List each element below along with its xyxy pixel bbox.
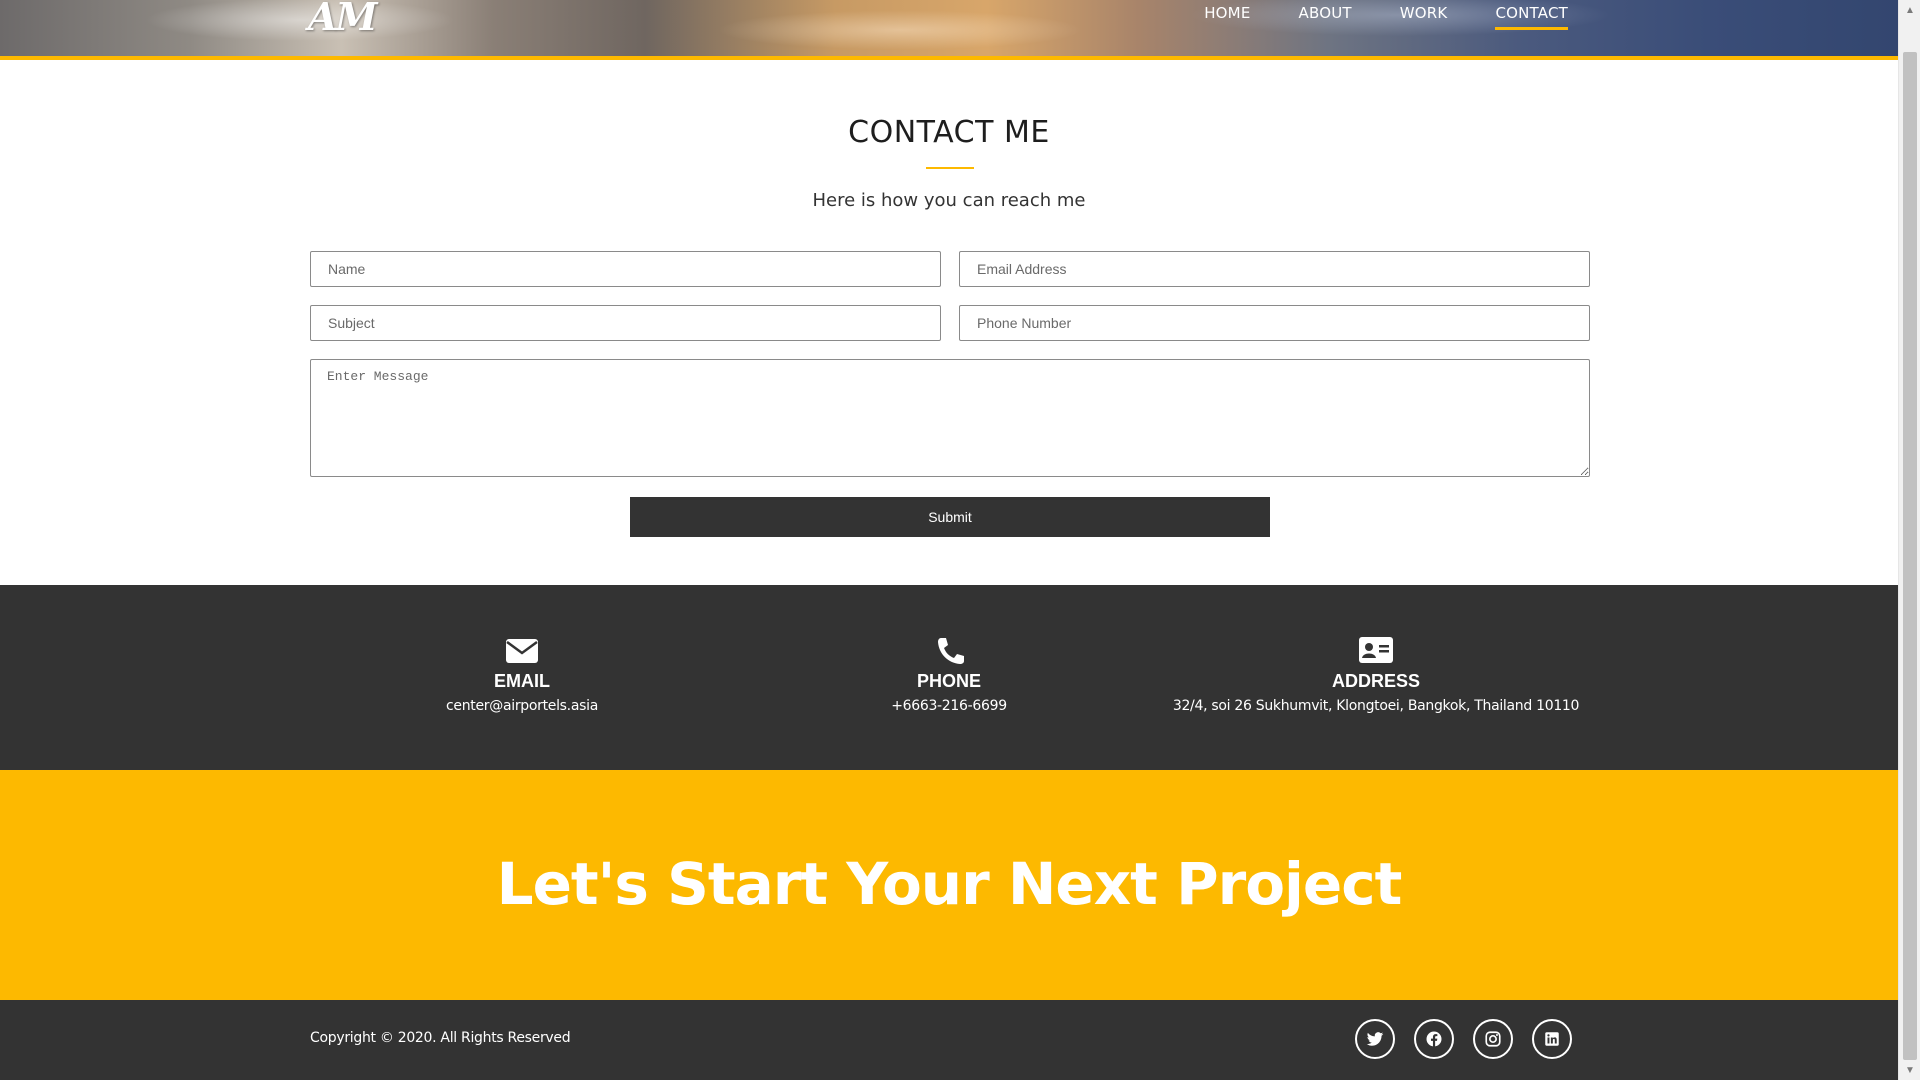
- submit-button[interactable]: Submit: [630, 497, 1270, 537]
- phone-icon: [938, 638, 964, 664]
- twitter-link[interactable]: [1355, 1019, 1395, 1059]
- section-title: CONTACT ME: [848, 115, 1050, 150]
- header-background-image: [0, 0, 1898, 56]
- info-email: EMAIL center@airportels.asia: [272, 635, 772, 714]
- cta-banner: Let's Start Your Next Project: [0, 770, 1898, 1000]
- nav-about[interactable]: ABOUT: [1299, 4, 1352, 30]
- instagram-icon: [1485, 1031, 1501, 1047]
- envelope-icon: [506, 639, 538, 663]
- nav-work[interactable]: WORK: [1400, 4, 1448, 30]
- site-footer: Copyright © 2020. All Rights Reserved: [0, 1000, 1898, 1080]
- facebook-icon: [1426, 1031, 1442, 1047]
- phone-input[interactable]: [959, 305, 1590, 341]
- cta-heading: Let's Start Your Next Project: [496, 850, 1403, 918]
- twitter-icon: [1366, 1032, 1384, 1046]
- linkedin-link[interactable]: [1532, 1019, 1572, 1059]
- info-phone: PHONE +6663-216-6699: [699, 635, 1199, 714]
- scrollbar-thumb[interactable]: [1903, 52, 1917, 1060]
- linkedin-icon: [1545, 1032, 1559, 1046]
- subject-input[interactable]: [310, 305, 941, 341]
- main-nav: HOME ABOUT WORK CONTACT: [1156, 4, 1568, 30]
- info-address-label: ADDRESS: [1331, 671, 1420, 691]
- nav-contact[interactable]: CONTACT: [1495, 4, 1568, 30]
- info-email-label: EMAIL: [494, 671, 550, 691]
- instagram-link[interactable]: [1473, 1019, 1513, 1059]
- social-links: [1355, 1019, 1572, 1059]
- email-input[interactable]: [959, 251, 1590, 287]
- contact-info-band: EMAIL center@airportels.asia PHONE +6663…: [0, 585, 1898, 770]
- message-textarea[interactable]: [310, 359, 1590, 477]
- scroll-down-arrow-icon[interactable]: ▼: [1899, 1060, 1920, 1080]
- name-input[interactable]: [310, 251, 941, 287]
- info-phone-label: PHONE: [916, 671, 981, 691]
- site-logo[interactable]: AM: [308, 0, 378, 39]
- info-address: ADDRESS 32/4, soi 26 Sukhumvit, Klongtoe…: [1126, 635, 1626, 714]
- copyright-text: Copyright © 2020. All Rights Reserved: [310, 1030, 571, 1046]
- info-phone-value[interactable]: +6663-216-6699: [699, 698, 1199, 714]
- address-card-icon: [1359, 637, 1393, 663]
- nav-home[interactable]: HOME: [1204, 4, 1250, 30]
- title-underline: [926, 167, 974, 169]
- scroll-up-arrow-icon[interactable]: ▲: [1899, 0, 1920, 20]
- info-address-value: 32/4, soi 26 Sukhumvit, Klongtoei, Bangk…: [1172, 698, 1580, 714]
- site-header: AM HOME ABOUT WORK CONTACT: [0, 0, 1898, 60]
- facebook-link[interactable]: [1414, 1019, 1454, 1059]
- info-email-value[interactable]: center@airportels.asia: [272, 698, 772, 714]
- contact-section: CONTACT ME Here is how you can reach me …: [0, 60, 1898, 585]
- page: AM HOME ABOUT WORK CONTACT CONTACT ME He…: [0, 0, 1898, 1080]
- page-scrollbar[interactable]: ▲ ▼: [1898, 0, 1920, 1080]
- section-subtitle: Here is how you can reach me: [812, 190, 1086, 211]
